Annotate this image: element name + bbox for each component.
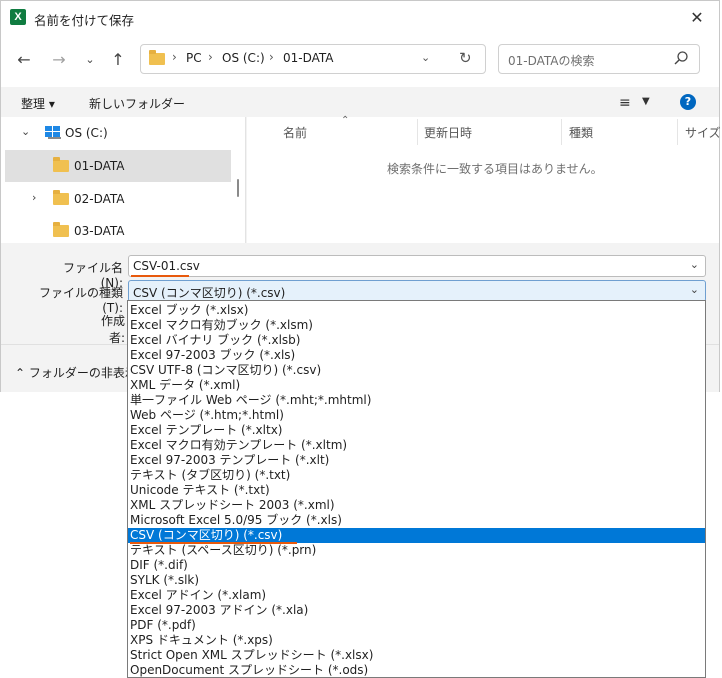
hide-folders-button[interactable]: ⌃ フォルダーの非表示 xyxy=(15,364,137,381)
filetype-option[interactable]: Excel マクロ有効ブック (*.xlsm) xyxy=(128,318,705,333)
chevron-down-icon[interactable]: ⌄ xyxy=(690,283,699,296)
search-icon xyxy=(674,51,688,65)
selected-option-highlight xyxy=(130,542,297,544)
address-bar[interactable]: › PC › OS (C:) › 01-DATA ⌄ ↻ xyxy=(140,44,486,74)
breadcrumb-separator: › xyxy=(269,50,274,64)
author-label: 作成者: xyxy=(100,314,125,345)
filename-value: CSV-01.csv xyxy=(133,259,200,273)
command-toolbar: 整理 ▾ 新しいフォルダー ≡ ▼ ? xyxy=(1,87,719,117)
column-header-size[interactable]: サイズ xyxy=(685,124,721,141)
forward-button[interactable]: → xyxy=(48,49,70,71)
arrow-right-icon: → xyxy=(52,50,66,69)
empty-message: 検索条件に一致する項目はありません。 xyxy=(387,162,603,176)
filetype-option[interactable]: SYLK (*.slk) xyxy=(128,573,705,588)
refresh-icon[interactable]: ↻ xyxy=(459,49,472,67)
search-box[interactable]: 01-DATAの検索 xyxy=(498,44,700,74)
filetype-option[interactable]: CSV (コンマ区切り) (*.csv) xyxy=(128,528,705,543)
breadcrumb-drive[interactable]: OS (C:) xyxy=(222,51,265,65)
tree-label: 03-DATA xyxy=(74,224,125,238)
filetype-option[interactable]: Excel 97-2003 アドイン (*.xla) xyxy=(128,603,705,618)
up-button[interactable]: ↑ xyxy=(107,49,129,71)
filetype-option[interactable]: XPS ドキュメント (*.xps) xyxy=(128,633,705,648)
arrow-up-icon: ↑ xyxy=(111,50,125,69)
folder-icon xyxy=(53,157,69,172)
filetype-option[interactable]: テキスト (スペース区切り) (*.prn) xyxy=(128,543,705,558)
arrow-left-icon: ← xyxy=(17,50,31,69)
view-dropdown-icon[interactable]: ▼ xyxy=(642,96,650,107)
filetype-option[interactable]: Excel 97-2003 テンプレート (*.xlt) xyxy=(128,453,705,468)
column-divider[interactable] xyxy=(417,119,418,145)
tree-item-drive[interactable]: ⌄ OS (C:) xyxy=(5,117,231,149)
breadcrumb-folder[interactable]: 01-DATA xyxy=(283,51,334,65)
help-icon[interactable]: ? xyxy=(680,94,696,110)
tree-item-03-data[interactable]: 03-DATA xyxy=(5,215,231,243)
chevron-down-icon: ⌄ xyxy=(85,53,95,66)
filetype-option[interactable]: Microsoft Excel 5.0/95 ブック (*.xls) xyxy=(128,513,705,528)
folder-icon xyxy=(53,190,69,205)
filetype-option[interactable]: OpenDocument スプレッドシート (*.ods) xyxy=(128,663,705,678)
filetype-option[interactable]: 単一ファイル Web ページ (*.mht;*.mhtml) xyxy=(128,393,705,408)
excel-app-icon: X xyxy=(10,9,26,25)
breadcrumb-separator: › xyxy=(208,50,213,64)
filetype-option[interactable]: Web ページ (*.htm;*.html) xyxy=(128,408,705,423)
filetype-option[interactable]: CSV UTF-8 (コンマ区切り) (*.csv) xyxy=(128,363,705,378)
chevron-down-icon[interactable]: ⌄ xyxy=(21,125,30,138)
breadcrumb-separator: › xyxy=(172,50,177,64)
view-options-icon[interactable]: ≡ xyxy=(619,95,631,111)
filetype-option[interactable]: Excel マクロ有効テンプレート (*.xltm) xyxy=(128,438,705,453)
title-bar: X 名前を付けて保存 ✕ xyxy=(1,1,719,35)
filetype-option[interactable]: テキスト (タブ区切り) (*.txt) xyxy=(128,468,705,483)
filetype-option[interactable]: DIF (*.dif) xyxy=(128,558,705,573)
filetype-option[interactable]: Excel 97-2003 ブック (*.xls) xyxy=(128,348,705,363)
column-divider[interactable] xyxy=(677,119,678,145)
tree-scrollbar[interactable] xyxy=(237,179,239,197)
tree-label: 01-DATA xyxy=(74,159,125,173)
tree-item-01-data[interactable]: 01-DATA xyxy=(5,150,231,182)
chevron-right-icon[interactable]: › xyxy=(32,191,36,204)
folder-icon xyxy=(53,222,69,237)
address-dropdown-icon[interactable]: ⌄ xyxy=(421,51,430,64)
new-folder-button[interactable]: 新しいフォルダー xyxy=(89,95,185,112)
tree-item-02-data[interactable]: › 02-DATA xyxy=(5,183,231,215)
filetype-option[interactable]: Excel アドイン (*.xlam) xyxy=(128,588,705,603)
organize-menu[interactable]: 整理 ▾ xyxy=(21,95,55,112)
drive-icon xyxy=(45,126,61,139)
filetype-option[interactable]: XML スプレッドシート 2003 (*.xml) xyxy=(128,498,705,513)
filetype-dropdown-list[interactable]: Excel ブック (*.xlsx) Excel マクロ有効ブック (*.xlsm… xyxy=(127,300,706,678)
column-header-name[interactable]: 名前 xyxy=(283,124,307,141)
filetype-option[interactable]: Excel バイナリ ブック (*.xlsb) xyxy=(128,333,705,348)
window-title: 名前を付けて保存 xyxy=(34,13,135,28)
recent-locations-button[interactable]: ⌄ xyxy=(79,49,101,71)
tree-label: OS (C:) xyxy=(65,126,108,140)
filetype-option[interactable]: Strict Open XML スプレッドシート (*.xlsx) xyxy=(128,648,705,663)
sort-up-icon: ⌃ xyxy=(341,115,350,126)
filetype-option[interactable]: PDF (*.pdf) xyxy=(128,618,705,633)
chevron-down-icon[interactable]: ⌄ xyxy=(690,258,699,271)
column-header-modified[interactable]: 更新日時 xyxy=(424,124,472,141)
hide-folders-label: フォルダーの非表示 xyxy=(28,366,137,380)
filetype-select[interactable]: CSV (コンマ区切り) (*.csv) ⌄ xyxy=(128,280,706,302)
filetype-option[interactable]: XML データ (*.xml) xyxy=(128,378,705,393)
back-button[interactable]: ← xyxy=(13,49,35,71)
folder-icon xyxy=(149,50,165,65)
filename-field[interactable]: CSV-01.csv ⌄ xyxy=(128,255,706,277)
column-header-type[interactable]: 種類 xyxy=(569,124,593,141)
search-placeholder: 01-DATAの検索 xyxy=(508,54,595,68)
filetype-value: CSV (コンマ区切り) (*.csv) xyxy=(133,286,286,300)
close-icon: ✕ xyxy=(690,8,704,27)
file-list: ⌃ 名前 更新日時 種類 サイズ 検索条件に一致する項目はありません。 xyxy=(247,115,721,243)
navigation-pane: ⌄ OS (C:) 01-DATA › 02-DATA 03-DATA xyxy=(1,117,246,243)
filetype-label: ファイルの種類(T): xyxy=(38,286,123,315)
filetype-option[interactable]: Unicode テキスト (*.txt) xyxy=(128,483,705,498)
filetype-option[interactable]: Excel ブック (*.xlsx) xyxy=(128,303,705,318)
filename-highlight xyxy=(131,275,189,277)
close-button[interactable]: ✕ xyxy=(687,8,707,28)
chevron-up-icon: ⌃ xyxy=(15,366,26,380)
filetype-option[interactable]: Excel テンプレート (*.xltx) xyxy=(128,423,705,438)
navigation-bar: ← → ⌄ ↑ › PC › OS (C:) › 01-DATA ⌄ ↻ 01-… xyxy=(1,35,719,87)
breadcrumb-pc[interactable]: PC xyxy=(186,51,202,65)
tree-label: 02-DATA xyxy=(74,192,125,206)
column-divider[interactable] xyxy=(561,119,562,145)
